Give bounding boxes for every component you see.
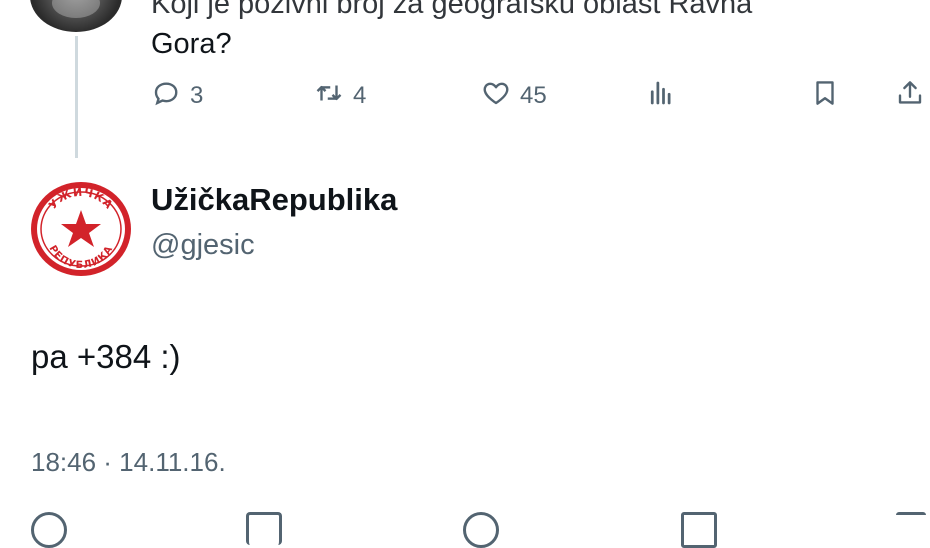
retweet-icon[interactable] — [246, 512, 282, 545]
views-button[interactable] — [646, 78, 676, 113]
like-count: 45 — [520, 81, 547, 109]
reply-count: 3 — [190, 81, 204, 109]
parent-tweet-text: Koji je pozivni broj za geografsku oblas… — [151, 0, 911, 64]
reply-display-name[interactable]: UžičkaRepublika — [151, 182, 397, 218]
bookmark-icon[interactable] — [681, 512, 717, 548]
reply-icon — [151, 78, 181, 113]
share-button[interactable] — [895, 78, 925, 113]
share-icon — [895, 78, 925, 113]
retweet-count: 4 — [353, 81, 367, 109]
bookmark-button[interactable] — [810, 78, 840, 113]
share-icon[interactable] — [896, 512, 926, 545]
like-button[interactable]: 45 — [481, 78, 547, 113]
retweet-icon — [314, 78, 344, 113]
like-icon — [481, 78, 511, 113]
views-icon — [646, 78, 676, 113]
like-icon[interactable] — [463, 512, 499, 548]
reply-tweet-text: pa +384 :) — [31, 338, 181, 375]
retweet-button[interactable]: 4 — [314, 78, 366, 113]
reply-icon[interactable] — [31, 512, 67, 548]
reply-button[interactable]: 3 — [151, 78, 203, 113]
bookmark-icon — [810, 78, 840, 113]
parent-tweet-text-line1: Koji je pozivni broj za geografsku oblas… — [151, 0, 753, 20]
reply-avatar[interactable]: УЖИЧКА РЕПУБЛИКА — [29, 180, 133, 278]
parent-avatar[interactable] — [30, 0, 122, 32]
parent-tweet-text-line2: Gora? — [151, 28, 232, 60]
parent-tweet-actions: 3 4 45 — [0, 78, 930, 116]
reply-timestamp[interactable]: 18:46 · 14.11.16. — [31, 447, 226, 478]
reply-handle[interactable]: @gjesic — [151, 229, 255, 262]
reply-actions-partial — [0, 512, 930, 548]
